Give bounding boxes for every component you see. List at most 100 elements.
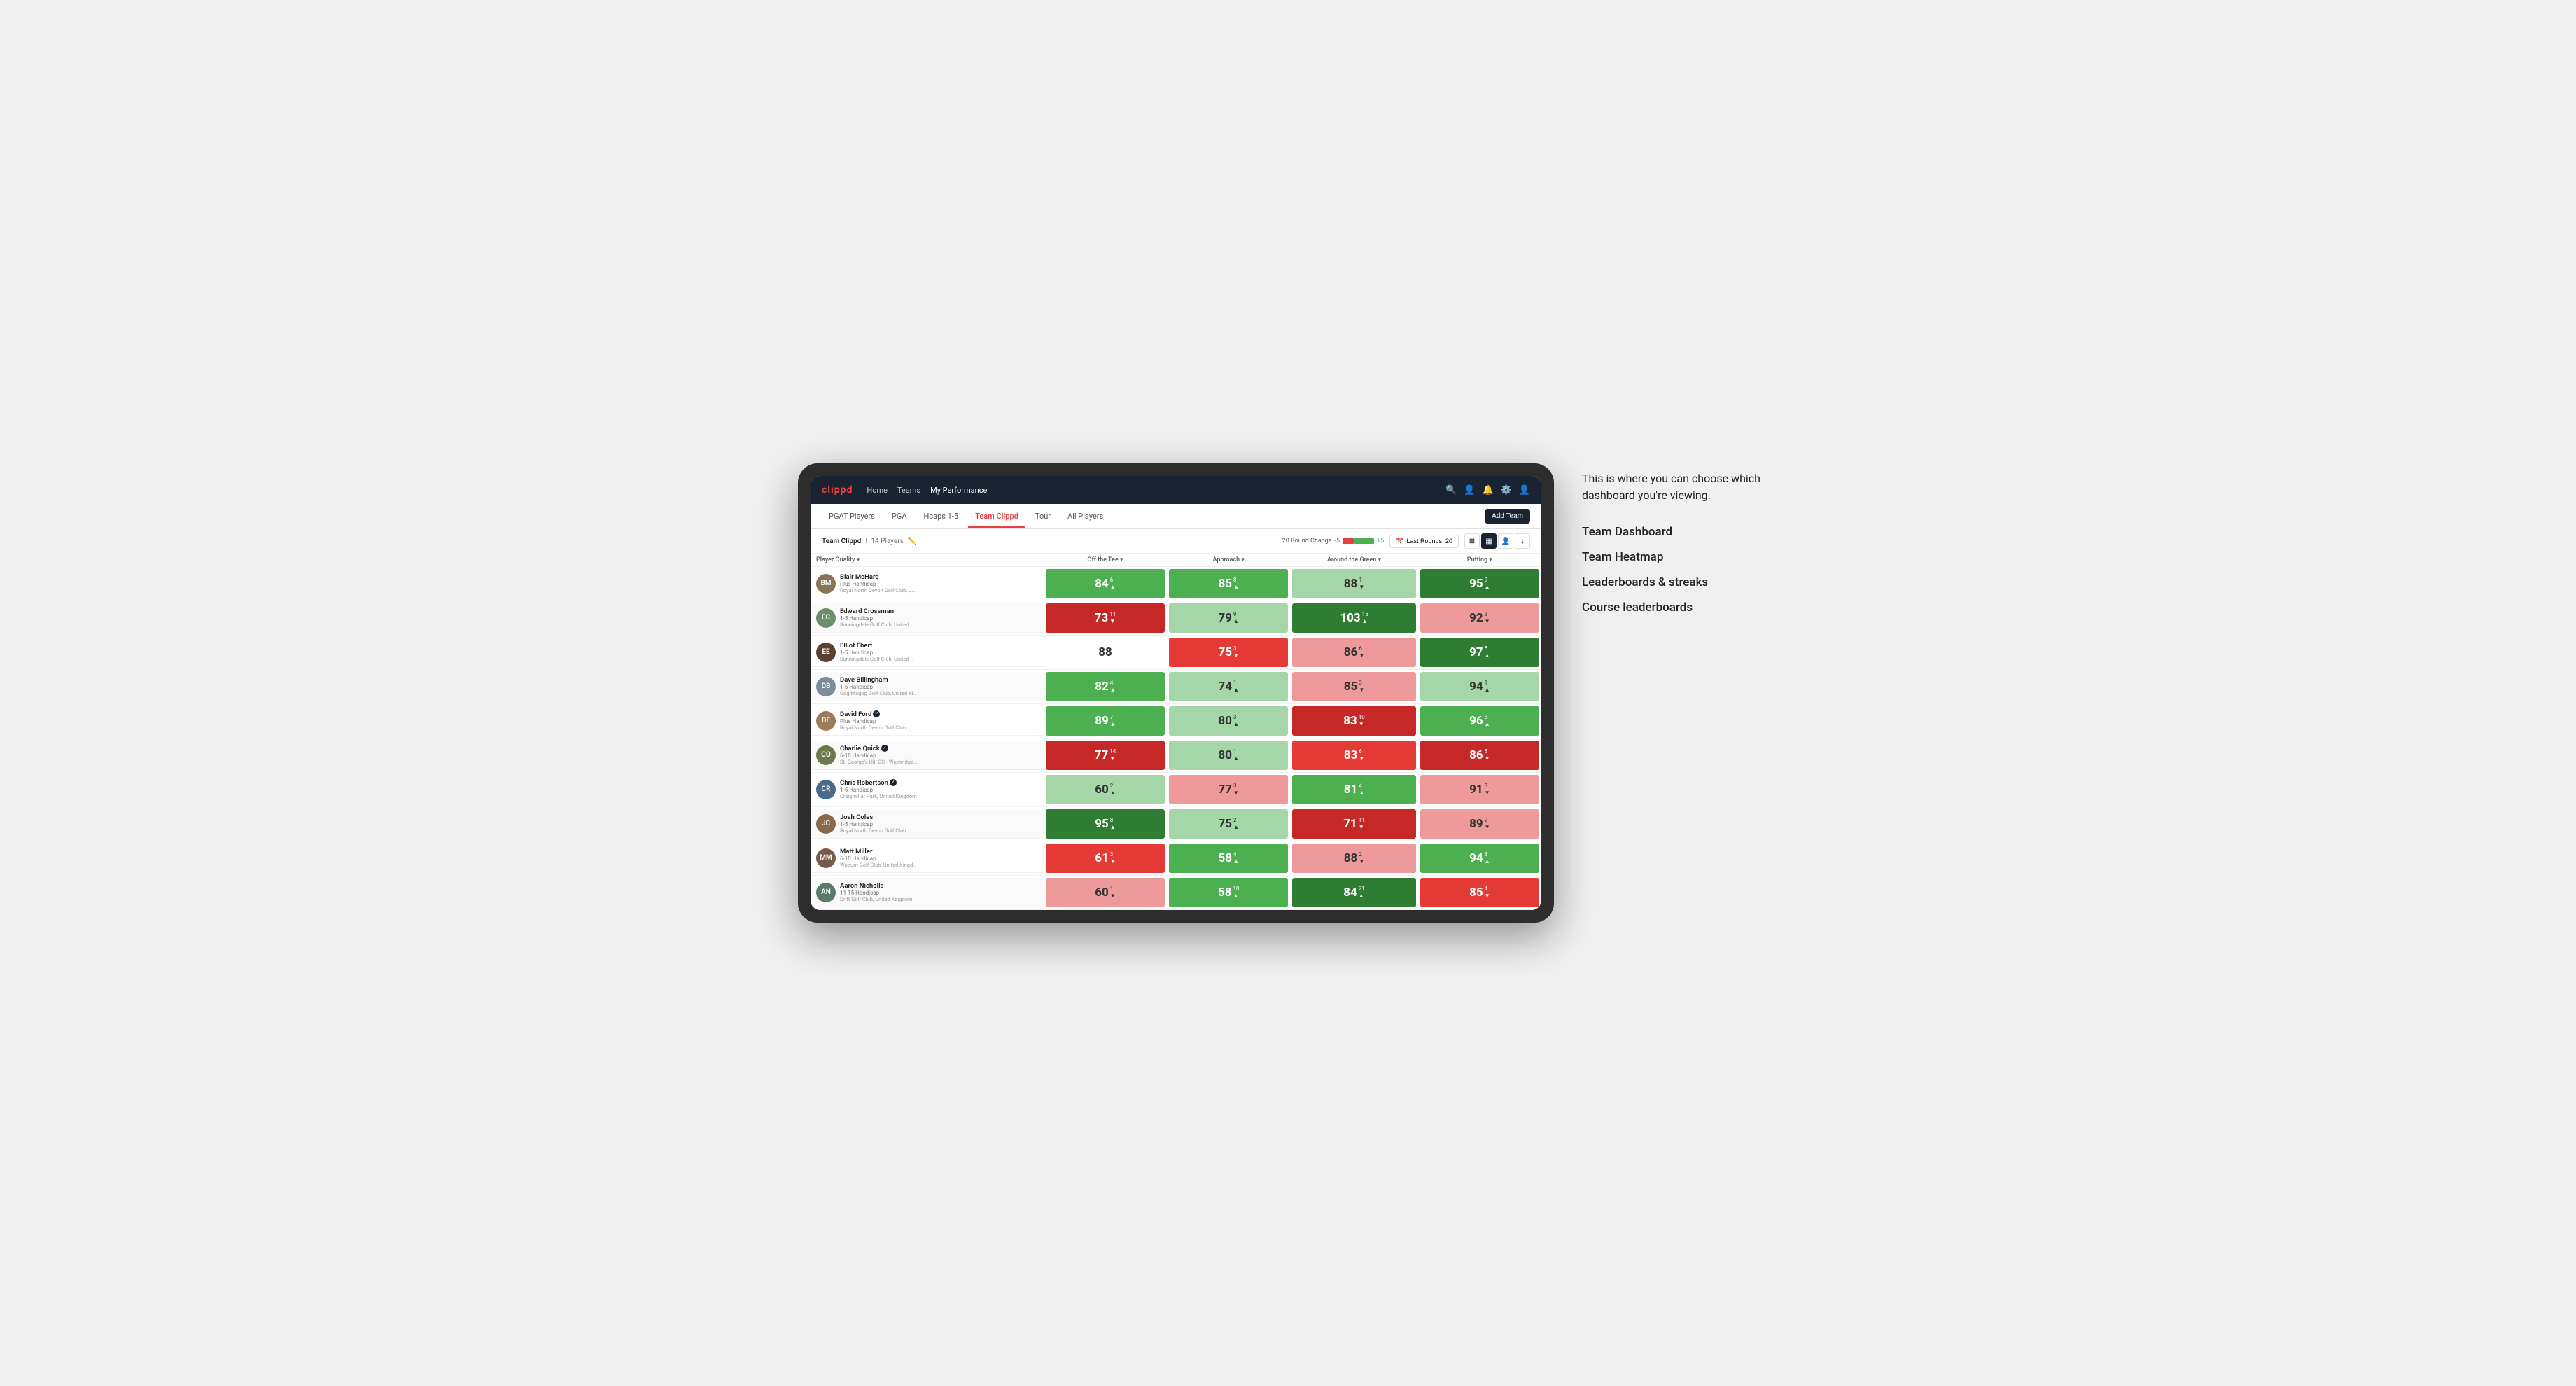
score-change: 3▼: [1485, 611, 1490, 624]
tab-pga[interactable]: PGA: [885, 506, 914, 528]
tab-teamclippd[interactable]: Team Clippd: [968, 506, 1026, 528]
col-header-offtee[interactable]: Off the Tee ▾: [1044, 554, 1167, 567]
score-number: 75: [1218, 645, 1232, 659]
score-number: 77: [1095, 748, 1109, 762]
tablet-frame: clippd Home Teams My Performance 🔍 👤 🔔 ⚙…: [798, 463, 1554, 923]
nav-link-home[interactable]: Home: [867, 486, 888, 495]
avatar-icon[interactable]: 👤: [1519, 485, 1530, 496]
player-name: David Ford✓: [840, 710, 917, 718]
avatar: CQ: [816, 746, 836, 765]
col-header-player[interactable]: Player Quality ▾: [811, 554, 1044, 567]
table-row: MM Matt Miller 6-10 Handicap Woburn Golf…: [811, 841, 1541, 876]
col-header-aroundgreen[interactable]: Around the Green ▾: [1290, 554, 1418, 567]
score-cell-around_green-9: 84 21▲: [1290, 876, 1418, 910]
nav-link-myperformance[interactable]: My Performance: [930, 486, 987, 495]
score-cell-putting-4: 96 3▲: [1418, 704, 1541, 738]
last-rounds-label: Last Rounds: 20: [1406, 538, 1452, 545]
score-box: 103 15▲: [1292, 603, 1415, 633]
download-button[interactable]: ↓: [1515, 533, 1530, 549]
last-rounds-button[interactable]: 📅 Last Rounds: 20: [1390, 535, 1459, 548]
score-number: 77: [1218, 783, 1232, 797]
annotation-panel: This is where you can choose which dashb…: [1582, 463, 1778, 615]
tab-allplayers[interactable]: All Players: [1060, 506, 1110, 528]
score-number: 60: [1095, 886, 1109, 899]
score-box: 75 2▲: [1169, 809, 1288, 839]
score-cell-putting-0: 95 9▲: [1418, 567, 1541, 601]
settings-icon[interactable]: ⚙️: [1501, 485, 1512, 496]
player-cell-7[interactable]: JC Josh Coles 1-5 Handicap Royal North D…: [811, 807, 1044, 841]
score-box: 96 3▲: [1420, 706, 1539, 736]
search-icon[interactable]: 🔍: [1446, 485, 1457, 496]
score-box: 88: [1046, 638, 1165, 667]
person-view-button[interactable]: 👤: [1498, 533, 1513, 549]
score-cell-off_tee-1: 73 11▼: [1044, 601, 1167, 636]
score-change: 4▼: [1485, 886, 1490, 899]
col-header-putting[interactable]: Putting ▾: [1418, 554, 1541, 567]
heatmap-view-button[interactable]: ▦: [1481, 533, 1497, 549]
score-cell-putting-6: 91 3▼: [1418, 773, 1541, 807]
avatar: EE: [816, 643, 836, 662]
score-box: 84 21▲: [1292, 878, 1415, 907]
person-icon[interactable]: 👤: [1464, 485, 1475, 496]
col-header-approach[interactable]: Approach ▾: [1167, 554, 1290, 567]
table-row: EE Elliot Ebert 1-5 Handicap Sunningdale…: [811, 636, 1541, 670]
player-cell-1[interactable]: EC Edward Crossman 1-5 Handicap Sunningd…: [811, 601, 1044, 636]
player-club: Woburn Golf Club, United Kingdom: [840, 862, 917, 868]
player-cell-8[interactable]: MM Matt Miller 6-10 Handicap Woburn Golf…: [811, 841, 1044, 876]
score-box: 86 8▼: [1420, 741, 1539, 770]
score-number: 95: [1095, 817, 1109, 831]
player-handicap: 11-15 Handicap: [840, 890, 913, 896]
table-container: Player Quality ▾ Off the Tee ▾ Approach …: [811, 554, 1541, 910]
change-neg: -5: [1335, 538, 1340, 545]
score-cell-around_green-0: 88 1▼: [1290, 567, 1418, 601]
team-name: Team Clippd: [822, 538, 861, 545]
score-box: 80 1▲: [1169, 741, 1288, 770]
nav-bar: clippd Home Teams My Performance 🔍 👤 🔔 ⚙…: [811, 476, 1541, 504]
score-number: 83: [1343, 714, 1357, 728]
score-number: 86: [1344, 645, 1358, 659]
score-box: 88 2▼: [1292, 844, 1415, 873]
player-cell-5[interactable]: CQ Charlie Quick✓ 6-10 Handicap St. Geor…: [811, 738, 1044, 773]
score-number: 80: [1218, 714, 1232, 728]
verified-badge: ✓: [873, 710, 880, 718]
score-change: 3▼: [1233, 783, 1239, 796]
score-box: 94 3▲: [1420, 844, 1539, 873]
player-cell-3[interactable]: DB Dave Billingham 1-5 Handicap Gog Mago…: [811, 670, 1044, 704]
score-change: 14▼: [1110, 748, 1116, 762]
player-cell-0[interactable]: BM Blair McHarg Plus Handicap Royal Nort…: [811, 567, 1044, 601]
player-cell-6[interactable]: CR Chris Robertson✓ 1-5 Handicap Craigmi…: [811, 773, 1044, 807]
score-number: 60: [1095, 783, 1109, 797]
score-change: 3▲: [1233, 714, 1239, 727]
player-cell-2[interactable]: EE Elliot Ebert 1-5 Handicap Sunningdale…: [811, 636, 1044, 670]
player-info: Charlie Quick✓ 6-10 Handicap St. George'…: [840, 745, 917, 765]
tab-tour[interactable]: Tour: [1028, 506, 1058, 528]
score-number: 103: [1340, 611, 1360, 625]
score-change: 4▲: [1359, 783, 1364, 796]
score-cell-approach-1: 79 9▲: [1167, 601, 1290, 636]
score-number: 73: [1095, 611, 1109, 625]
edit-icon[interactable]: ✏️: [908, 538, 916, 545]
tab-pgat[interactable]: PGAT Players: [822, 506, 882, 528]
player-info: Edward Crossman 1-5 Handicap Sunningdale…: [840, 608, 917, 628]
grid-view-button[interactable]: ⊞: [1464, 533, 1480, 549]
tab-hcaps[interactable]: Hcaps 1-5: [917, 506, 966, 528]
score-change: 9▲: [1233, 611, 1239, 624]
view-icons: ⊞ ▦ 👤 ↓: [1464, 533, 1530, 549]
score-change: 8▲: [1233, 577, 1239, 590]
add-team-button[interactable]: Add Team: [1485, 509, 1530, 524]
player-name: Chris Robertson✓: [840, 779, 917, 787]
bar-positive: [1354, 538, 1374, 544]
nav-link-teams[interactable]: Teams: [897, 486, 920, 495]
avatar: EC: [816, 608, 836, 628]
bell-icon[interactable]: 🔔: [1482, 485, 1493, 496]
score-cell-putting-2: 97 5▲: [1418, 636, 1541, 670]
score-cell-approach-5: 80 1▲: [1167, 738, 1290, 773]
score-box: 80 3▲: [1169, 706, 1288, 736]
menu-item-team-heatmap: Team Heatmap: [1582, 550, 1778, 564]
player-cell-4[interactable]: DF David Ford✓ Plus Handicap Royal North…: [811, 704, 1044, 738]
score-cell-around_green-3: 85 3▼: [1290, 670, 1418, 704]
toolbar-right: 20 Round Change -5 +5 📅 Last Rounds: 20: [1282, 533, 1530, 549]
player-club: Craigmillar Park, United Kingdom: [840, 793, 917, 799]
score-change: 8▲: [1110, 817, 1116, 830]
player-cell-9[interactable]: AN Aaron Nicholls 11-15 Handicap Drift G…: [811, 876, 1044, 910]
